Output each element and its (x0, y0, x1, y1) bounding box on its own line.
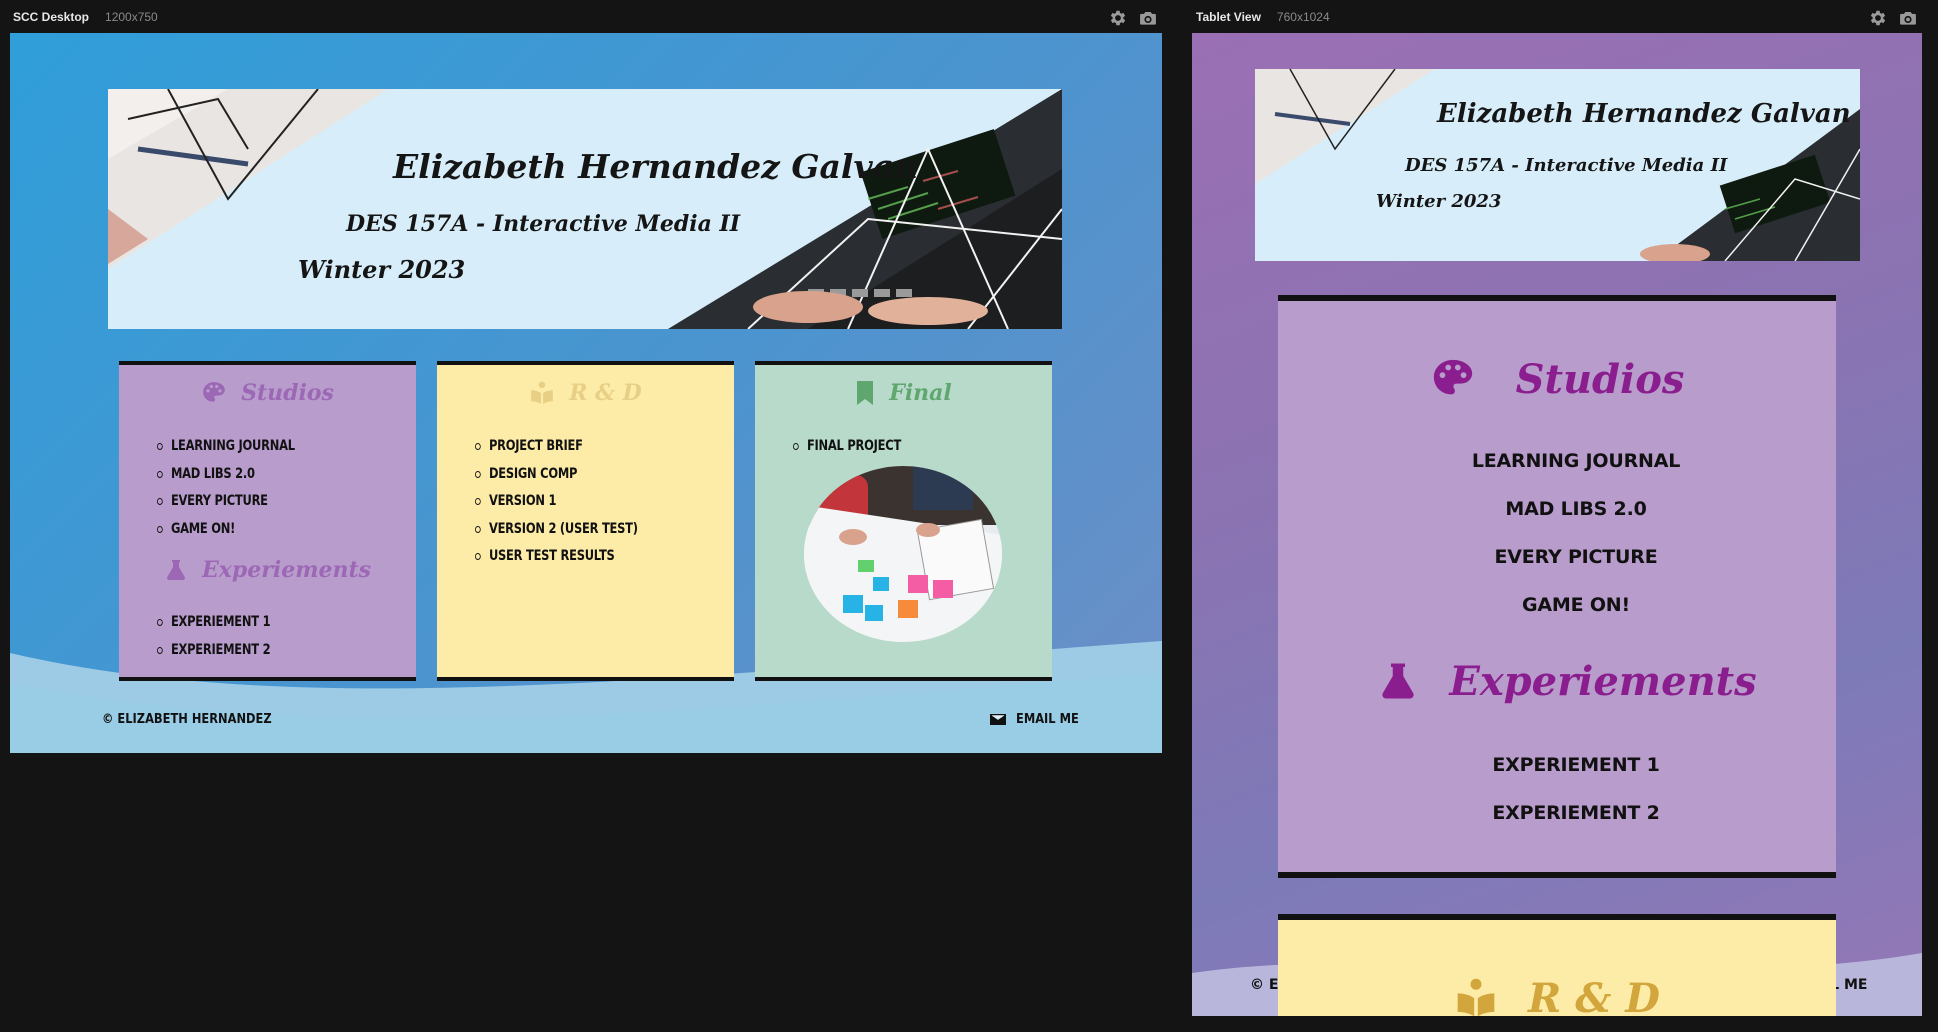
experiments-list: EXPERIEMENT 1 EXPERIEMENT 2 (1278, 741, 1874, 837)
list-item[interactable]: LEARNING JOURNAL (157, 433, 295, 461)
gear-icon[interactable] (1868, 8, 1888, 28)
list-item[interactable]: MAD LIBS 2.0 (1278, 485, 1874, 533)
banner-course: DES 157A - Interactive Media II (346, 211, 741, 237)
tablet-panel-tools (1868, 8, 1918, 28)
banner-name: Elizabeth Hernandez Galvan (393, 147, 919, 186)
flask-icon (167, 560, 185, 580)
list-item[interactable]: EVERY PICTURE (1278, 533, 1874, 581)
rd-title-text: R & D (569, 380, 642, 406)
studios-list: LEARNING JOURNAL MAD LIBS 2.0 EVERY PICT… (157, 433, 325, 543)
list-item[interactable]: GAME ON! (1278, 581, 1874, 629)
final-title[interactable]: Final (755, 375, 1052, 411)
rd-card: R & D PROJECT BRIEF DESIGN COMP VERSION … (437, 361, 734, 681)
rd-list: PROJECT BRIEF DESIGN COMP VERSION 1 VERS… (475, 433, 674, 571)
final-list: FINAL PROJECT (793, 433, 925, 461)
banner-artwork (108, 89, 1062, 329)
list-item[interactable]: MAD LIBS 2.0 (157, 461, 295, 489)
banner-name: Elizabeth Hernandez Galvan (1437, 99, 1851, 129)
final-project-image[interactable] (803, 465, 1003, 643)
flask-icon (1382, 663, 1414, 699)
experiments-list: EXPERIEMENT 1 EXPERIEMENT 2 (157, 609, 295, 664)
studios-list: LEARNING JOURNAL MAD LIBS 2.0 EVERY PICT… (1278, 437, 1874, 629)
email-link[interactable]: EMAIL ME (990, 712, 1087, 727)
desktop-panel-header: SCC Desktop 1200x750 (13, 0, 158, 34)
studios-title[interactable]: Studios (1278, 349, 1836, 409)
experiments-title-text: Experiements (1449, 657, 1757, 705)
camera-icon[interactable] (1138, 8, 1158, 28)
banner-term: Winter 2023 (298, 255, 466, 284)
palette-icon (203, 382, 225, 402)
desktop-panel-tools (1108, 8, 1158, 28)
list-item[interactable]: EXPERIEMENT 2 (1278, 789, 1874, 837)
rd-card: R & D (1278, 914, 1836, 1016)
gear-icon[interactable] (1108, 8, 1128, 28)
header-banner: Elizabeth Hernandez Galvan DES 157A - In… (108, 89, 1062, 329)
book-reader-icon (1457, 978, 1495, 1016)
list-item[interactable]: VERSION 2 (USER TEST) (475, 516, 638, 544)
tablet-panel-dims: 760x1024 (1276, 10, 1330, 24)
tablet-preview: Elizabeth Hernandez Galvan DES 157A - In… (1192, 33, 1922, 1016)
book-reader-icon (531, 381, 554, 404)
studios-title-text: Studios (1515, 355, 1685, 403)
email-label: EMAIL ME (1016, 712, 1079, 727)
desktop-panel-dims: 1200x750 (105, 10, 158, 24)
experiments-title-text: Experiements (201, 557, 372, 583)
desktop-panel-label: SCC Desktop (13, 10, 90, 24)
banner-course: DES 157A - Interactive Media II (1405, 155, 1728, 176)
bookmark-icon (857, 381, 874, 405)
final-title-text: Final (889, 380, 952, 406)
list-item[interactable]: EXPERIEMENT 2 (157, 637, 271, 665)
list-item[interactable]: PROJECT BRIEF (475, 433, 638, 461)
header-banner: Elizabeth Hernandez Galvan DES 157A - In… (1255, 69, 1860, 261)
list-item[interactable]: EVERY PICTURE (157, 488, 295, 516)
list-item[interactable]: EXPERIEMENT 1 (157, 609, 271, 637)
tablet-panel-header: Tablet View 760x1024 (1196, 0, 1330, 34)
studios-title-text: Studios (241, 380, 334, 406)
studios-card: Studios LEARNING JOURNAL MAD LIBS 2.0 EV… (119, 361, 416, 681)
rd-title[interactable]: R & D (1278, 968, 1836, 1016)
list-item[interactable]: VERSION 1 (475, 488, 638, 516)
rd-title[interactable]: R & D (437, 375, 734, 411)
camera-icon[interactable] (1898, 8, 1918, 28)
studios-title[interactable]: Studios (119, 375, 416, 411)
list-item[interactable]: EXPERIEMENT 1 (1278, 741, 1874, 789)
desktop-preview: Elizabeth Hernandez Galvan DES 157A - In… (10, 33, 1162, 753)
studios-card: Studios LEARNING JOURNAL MAD LIBS 2.0 EV… (1278, 295, 1836, 878)
list-item[interactable]: FINAL PROJECT (793, 433, 901, 461)
list-item[interactable]: DESIGN COMP (475, 461, 638, 489)
footer-copyright: © ELIZABETH HERNANDEZ (102, 712, 272, 727)
rd-title-text: R & D (1528, 974, 1660, 1017)
list-item[interactable]: GAME ON! (157, 516, 295, 544)
banner-term: Winter 2023 (1376, 191, 1502, 212)
list-item[interactable]: USER TEST RESULTS (475, 543, 638, 571)
experiments-title[interactable]: Experiements (1278, 651, 1856, 711)
tablet-panel-label: Tablet View (1196, 10, 1261, 24)
list-item[interactable]: LEARNING JOURNAL (1278, 437, 1874, 485)
envelope-icon (990, 714, 1006, 725)
final-card: Final FINAL PROJECT (755, 361, 1052, 681)
experiments-title[interactable]: Experiements (119, 552, 416, 588)
palette-icon (1433, 359, 1472, 395)
